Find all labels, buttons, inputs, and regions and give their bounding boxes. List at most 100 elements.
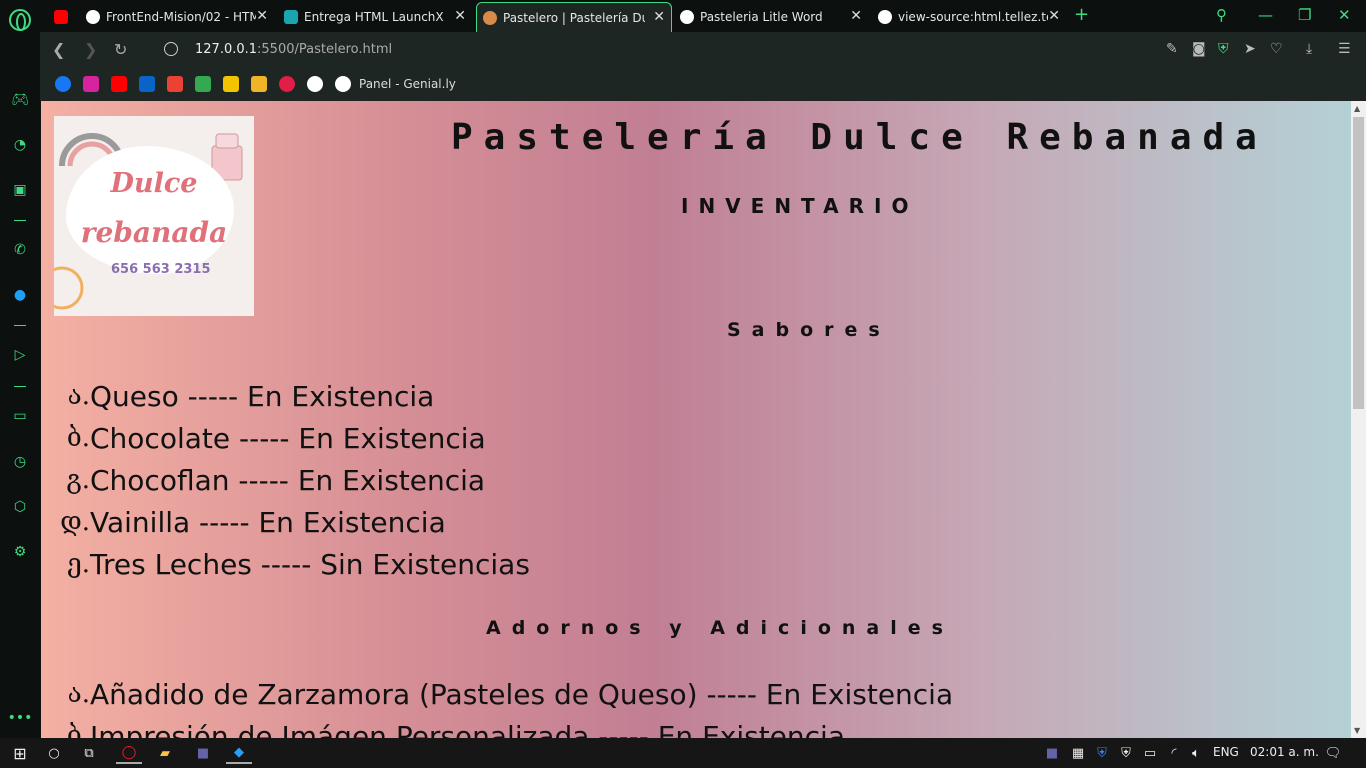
- bookmarks-bar: Panel - Genial.ly: [40, 68, 1366, 101]
- notifications-icon[interactable]: 🗨︎: [1322, 742, 1344, 764]
- outlook-icon[interactable]: [139, 76, 155, 92]
- page-scrollbar[interactable]: ▲ ▼: [1351, 101, 1366, 738]
- twitter-icon[interactable]: ●: [10, 285, 30, 305]
- security-tray-icon[interactable]: ⛨: [1116, 742, 1136, 764]
- clock[interactable]: 02:01 a. m.: [1250, 745, 1319, 759]
- extras-list: ა. Añadido de Zarzamora (Pasteles de Ques…: [47, 673, 953, 739]
- twitch-icon[interactable]: ▣: [10, 180, 30, 200]
- cube-icon[interactable]: ⬡: [10, 497, 30, 517]
- page-viewport: Dulce rebanada 656 563 2315 Pastelería D…: [41, 101, 1351, 738]
- tab-title: Entrega HTML LaunchX: [304, 10, 444, 24]
- bookmark-genially-label[interactable]: Panel - Genial.ly: [359, 77, 456, 91]
- cake-icon: [483, 10, 497, 25]
- youtube-icon[interactable]: [111, 76, 127, 92]
- google-drive-icon[interactable]: [195, 76, 211, 92]
- close-tab-icon[interactable]: ✕: [653, 9, 665, 25]
- minimize-window-icon[interactable]: —: [1258, 6, 1273, 24]
- mega-icon[interactable]: [279, 76, 295, 92]
- whatsapp-icon[interactable]: ✆: [10, 240, 30, 260]
- list-marker: გ.: [66, 465, 90, 495]
- list-item-text: Queso ----- En Existencia: [90, 379, 435, 413]
- globe-icon: [878, 10, 892, 24]
- list-marker: ა.: [67, 381, 90, 411]
- instagram-icon[interactable]: [83, 76, 99, 92]
- search-circle-icon[interactable]: ○: [44, 742, 64, 764]
- camera-snapshot-icon[interactable]: ◙: [1192, 41, 1206, 57]
- send-icon[interactable]: ➤: [1244, 41, 1256, 57]
- teams-tray-icon[interactable]: ■: [1042, 742, 1062, 764]
- opera-gx-logo-icon[interactable]: [9, 9, 31, 31]
- logo-text-rebanada: rebanada: [80, 216, 228, 249]
- tab-github[interactable]: FrontEnd-Mision/02 - HTM ✕: [80, 2, 274, 32]
- tab-view-source[interactable]: view-source:html.tellez.tech ✕: [872, 2, 1066, 32]
- list-marker: დ.: [60, 507, 90, 537]
- tab-pastelero-active[interactable]: Pastelero | Pastelería Dulce ✕: [476, 2, 672, 32]
- heart-icon[interactable]: ♡: [1270, 41, 1283, 57]
- page-title: Pastelería Dulce Rebanada: [451, 117, 1268, 158]
- bookmark-image-icon[interactable]: [251, 76, 267, 92]
- tabs-icon[interactable]: ▭: [10, 406, 30, 426]
- close-tab-icon[interactable]: ✕: [256, 8, 268, 24]
- close-window-icon[interactable]: ✕: [1338, 6, 1351, 24]
- tab-bar: FrontEnd-Mision/02 - HTM ✕ Entrega HTML …: [40, 0, 1366, 32]
- file-explorer-icon[interactable]: ▰: [152, 742, 178, 764]
- tab-title: view-source:html.tellez.tech: [898, 10, 1048, 24]
- windows-taskbar: ⊞ ○ ⧉ ◯ ▰ ■ ◆ ■ ▦ ⛨ ⛨ ▭ ◜ 🔈︎ ENG 02:01 a…: [0, 738, 1366, 768]
- more-dots-icon[interactable]: •••: [8, 708, 33, 728]
- bookmark-e-icon[interactable]: [223, 76, 239, 92]
- edit-icon[interactable]: ✎: [1166, 41, 1178, 57]
- easy-setup-icon[interactable]: ☰: [1338, 41, 1351, 57]
- vscode-icon[interactable]: ◆: [226, 742, 252, 764]
- close-tab-icon[interactable]: ✕: [850, 8, 862, 24]
- task-view-icon[interactable]: ⧉: [78, 742, 100, 764]
- site-info-globe-icon[interactable]: [164, 42, 178, 56]
- restore-window-icon[interactable]: ❐: [1298, 6, 1311, 24]
- url-field[interactable]: 127.0.0.1:5500/Pastelero.html: [195, 42, 392, 57]
- list-item: ბ. Chocolate ----- En Existencia: [47, 417, 530, 459]
- reload-icon[interactable]: ↻: [114, 40, 127, 59]
- list-marker: ბ.: [66, 423, 90, 453]
- close-tab-icon[interactable]: ✕: [454, 8, 466, 24]
- download-icon[interactable]: ⤓: [1306, 41, 1312, 57]
- shield-icon[interactable]: ⛨: [1218, 41, 1229, 57]
- language-indicator[interactable]: ENG: [1213, 745, 1239, 759]
- speedometer-icon[interactable]: ◔: [10, 135, 30, 155]
- facebook-icon[interactable]: [55, 76, 71, 92]
- list-item: ე. Tres Leches ----- Sin Existencias: [47, 543, 530, 585]
- defender-tray-icon[interactable]: ⛨: [1092, 742, 1112, 764]
- windows-start-icon[interactable]: ⊞: [10, 742, 30, 764]
- gamepad-icon[interactable]: 🎮︎: [10, 90, 30, 110]
- battery-icon[interactable]: ▭: [1140, 742, 1160, 764]
- player-icon[interactable]: ▷: [10, 345, 30, 365]
- tab-title: Pasteleria Litle Word: [700, 10, 823, 24]
- search-tabs-icon[interactable]: ⚲: [1216, 6, 1227, 24]
- volume-icon[interactable]: 🔈︎: [1186, 742, 1206, 764]
- list-item: ბ. Impresión de Imágen Personalizada ----…: [47, 715, 953, 739]
- list-item: ა. Añadido de Zarzamora (Pasteles de Ques…: [47, 673, 953, 715]
- gmail-icon[interactable]: [167, 76, 183, 92]
- github-icon: [86, 10, 100, 24]
- forward-arrow-icon[interactable]: ❯: [84, 40, 97, 59]
- settings-gear-icon[interactable]: ⚙: [10, 542, 30, 562]
- tab-title: FrontEnd-Mision/02 - HTM: [106, 10, 256, 24]
- opera-gx-taskbar-icon[interactable]: ◯: [116, 742, 142, 764]
- wifi-icon[interactable]: ◜: [1164, 742, 1184, 764]
- list-item-text: Añadido de Zarzamora (Pasteles de Queso)…: [90, 677, 954, 711]
- history-icon[interactable]: ◷: [10, 452, 30, 472]
- teams-icon[interactable]: ■: [190, 742, 216, 764]
- genially-icon[interactable]: [335, 76, 351, 92]
- tab-launchx[interactable]: Entrega HTML LaunchX ✕: [278, 2, 472, 32]
- github-icon[interactable]: [307, 76, 323, 92]
- youtube-pinned-tab[interactable]: [48, 2, 78, 32]
- address-bar: ❮ ❯ ↻ 127.0.0.1:5500/Pastelero.html ✎ ◙ …: [40, 32, 1366, 68]
- back-arrow-icon[interactable]: ❮: [52, 40, 65, 59]
- new-tab-plus-icon[interactable]: +: [1074, 4, 1089, 25]
- widgets-tray-icon[interactable]: ▦: [1068, 742, 1088, 764]
- list-item: დ. Vainilla ----- En Existencia: [47, 501, 530, 543]
- tab-litle-word[interactable]: Pasteleria Litle Word ✕: [674, 2, 868, 32]
- close-tab-icon[interactable]: ✕: [1048, 8, 1060, 24]
- scroll-down-icon[interactable]: ▼: [1354, 726, 1360, 735]
- scrollbar-thumb[interactable]: [1353, 117, 1364, 409]
- list-item-text: Impresión de Imágen Personalizada ----- …: [90, 719, 845, 739]
- scroll-up-icon[interactable]: ▲: [1354, 104, 1360, 113]
